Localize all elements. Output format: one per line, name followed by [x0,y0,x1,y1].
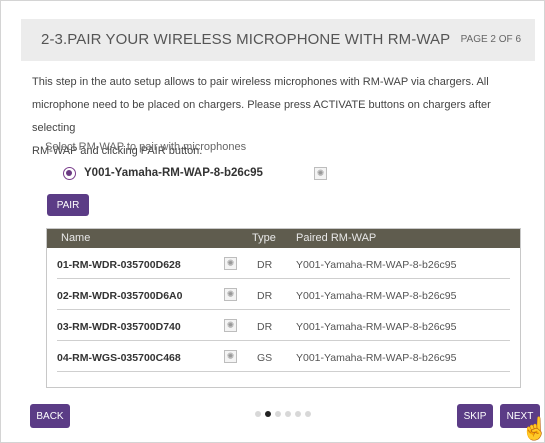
pagination-dots [255,411,311,417]
step-header: 2-3.PAIR YOUR WIRELESS MICROPHONE WITH R… [21,19,535,61]
mic-name: 04-RM-WGS-035700C468 [57,352,181,364]
identify-icon[interactable]: ✺ [224,350,237,363]
radio-selected-icon[interactable] [63,166,76,180]
mic-type: GS [257,352,273,364]
mic-name: 03-RM-WDR-035700D740 [57,321,181,333]
identify-icon[interactable]: ✺ [224,257,237,270]
row-divider [57,371,510,372]
table-row: 04-RM-WGS-035700C468 ✺ GS Y001-Yamaha-RM… [47,341,520,372]
hand-cursor-icon: ☝ [521,416,545,441]
wizard-window: 2-3.PAIR YOUR WIRELESS MICROPHONE WITH R… [0,0,545,443]
mic-type: DR [257,259,273,271]
description-line: microphone need to be placed on chargers… [32,99,491,134]
back-button[interactable]: BACK [30,404,70,428]
pair-button[interactable]: PAIR [47,194,89,216]
column-header-name: Name [61,232,91,244]
paired-rmwap: Y001-Yamaha-RM-WAP-8-b26c95 [296,321,457,333]
skip-button[interactable]: SKIP [457,404,493,428]
table-row: 02-RM-WDR-035700D6A0 ✺ DR Y001-Yamaha-RM… [47,279,520,310]
step-title: 2-3.PAIR YOUR WIRELESS MICROPHONE WITH R… [41,31,451,48]
pagination-dot-active [265,411,271,417]
page-indicator: PAGE 2 OF 6 [460,34,521,45]
pagination-dot [255,411,261,417]
column-header-type: Type [252,232,276,244]
select-rmwap-label: Select RM-WAP to pair with microphones [45,141,247,153]
rmwap-option-label: Y001-Yamaha-RM-WAP-8-b26c95 [84,167,263,179]
mic-name: 01-RM-WDR-035700D628 [57,259,181,271]
paired-rmwap: Y001-Yamaha-RM-WAP-8-b26c95 [296,352,457,364]
table-row: 01-RM-WDR-035700D628 ✺ DR Y001-Yamaha-RM… [47,248,520,279]
table-row: 03-RM-WDR-035700D740 ✺ DR Y001-Yamaha-RM… [47,310,520,341]
description-line: This step in the auto setup allows to pa… [32,76,489,88]
pagination-dot [295,411,301,417]
pagination-dot [305,411,311,417]
pagination-dot [275,411,281,417]
paired-rmwap: Y001-Yamaha-RM-WAP-8-b26c95 [296,290,457,302]
pagination-dot [285,411,291,417]
identify-icon[interactable]: ✺ [224,288,237,301]
mic-type: DR [257,321,273,333]
microphone-table: Name Type Paired RM-WAP 01-RM-WDR-035700… [46,228,521,388]
table-header: Name Type Paired RM-WAP [47,229,520,248]
rmwap-option[interactable]: Y001-Yamaha-RM-WAP-8-b26c95 [63,163,263,183]
mic-type: DR [257,290,273,302]
mic-name: 02-RM-WDR-035700D6A0 [57,290,183,302]
column-header-paired: Paired RM-WAP [296,232,377,244]
identify-icon[interactable]: ✺ [224,319,237,332]
paired-rmwap: Y001-Yamaha-RM-WAP-8-b26c95 [296,259,457,271]
identify-icon[interactable]: ✺ [314,167,327,180]
